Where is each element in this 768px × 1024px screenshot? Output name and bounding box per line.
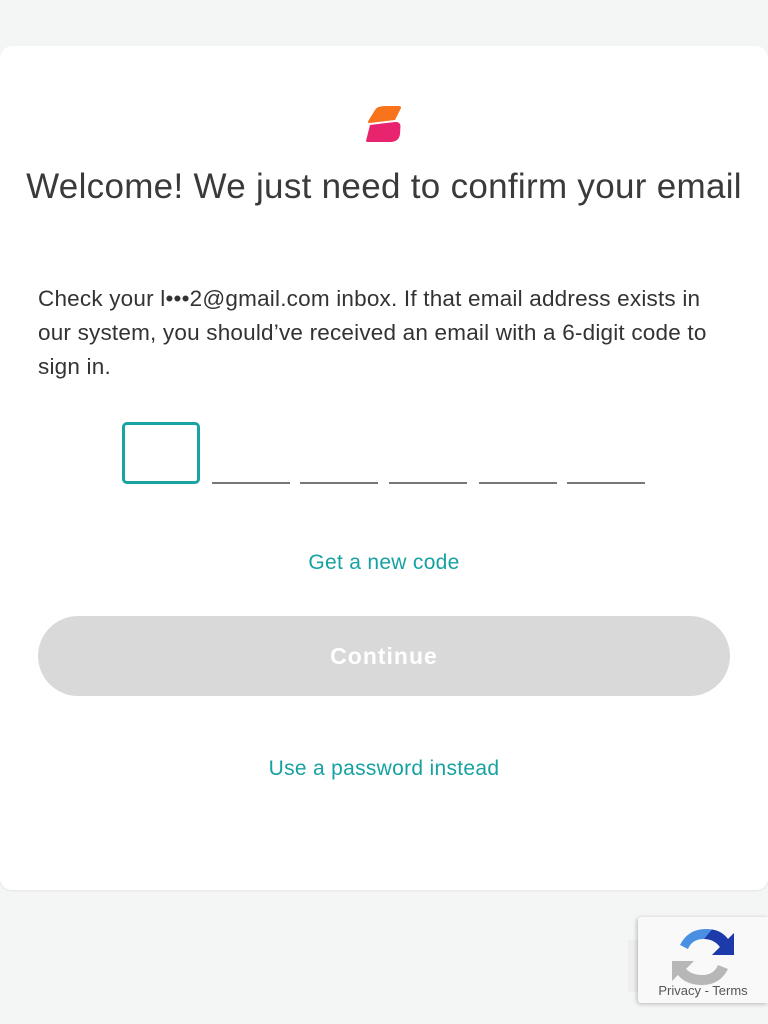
recaptcha-badge[interactable]: Privacy - Terms	[638, 917, 768, 1003]
terms-link[interactable]: Terms	[712, 983, 747, 998]
recaptcha-edge	[628, 940, 638, 992]
instructions-text: Check your l•••2@gmail.com inbox. If tha…	[38, 286, 707, 379]
code-digit-1[interactable]	[122, 422, 200, 484]
continue-button[interactable]: Continue	[38, 616, 730, 696]
code-digit-4[interactable]	[389, 422, 467, 484]
brand-logo-icon	[366, 106, 401, 142]
privacy-link[interactable]: Privacy	[658, 983, 701, 998]
code-digit-5[interactable]	[479, 422, 557, 484]
verification-code-input	[122, 422, 652, 486]
page-title: Welcome! We just need to confirm your em…	[26, 167, 742, 206]
code-digit-2[interactable]	[212, 422, 290, 484]
code-digit-3[interactable]	[300, 422, 378, 484]
recaptcha-links: Privacy - Terms	[638, 983, 768, 998]
link-separator: -	[700, 983, 713, 998]
signin-card: Welcome! We just need to confirm your em…	[0, 46, 768, 890]
get-new-code-link[interactable]: Get a new code	[0, 551, 768, 575]
recaptcha-icon	[672, 929, 734, 985]
code-digit-6[interactable]	[567, 422, 645, 484]
use-password-link[interactable]: Use a password instead	[0, 757, 768, 781]
